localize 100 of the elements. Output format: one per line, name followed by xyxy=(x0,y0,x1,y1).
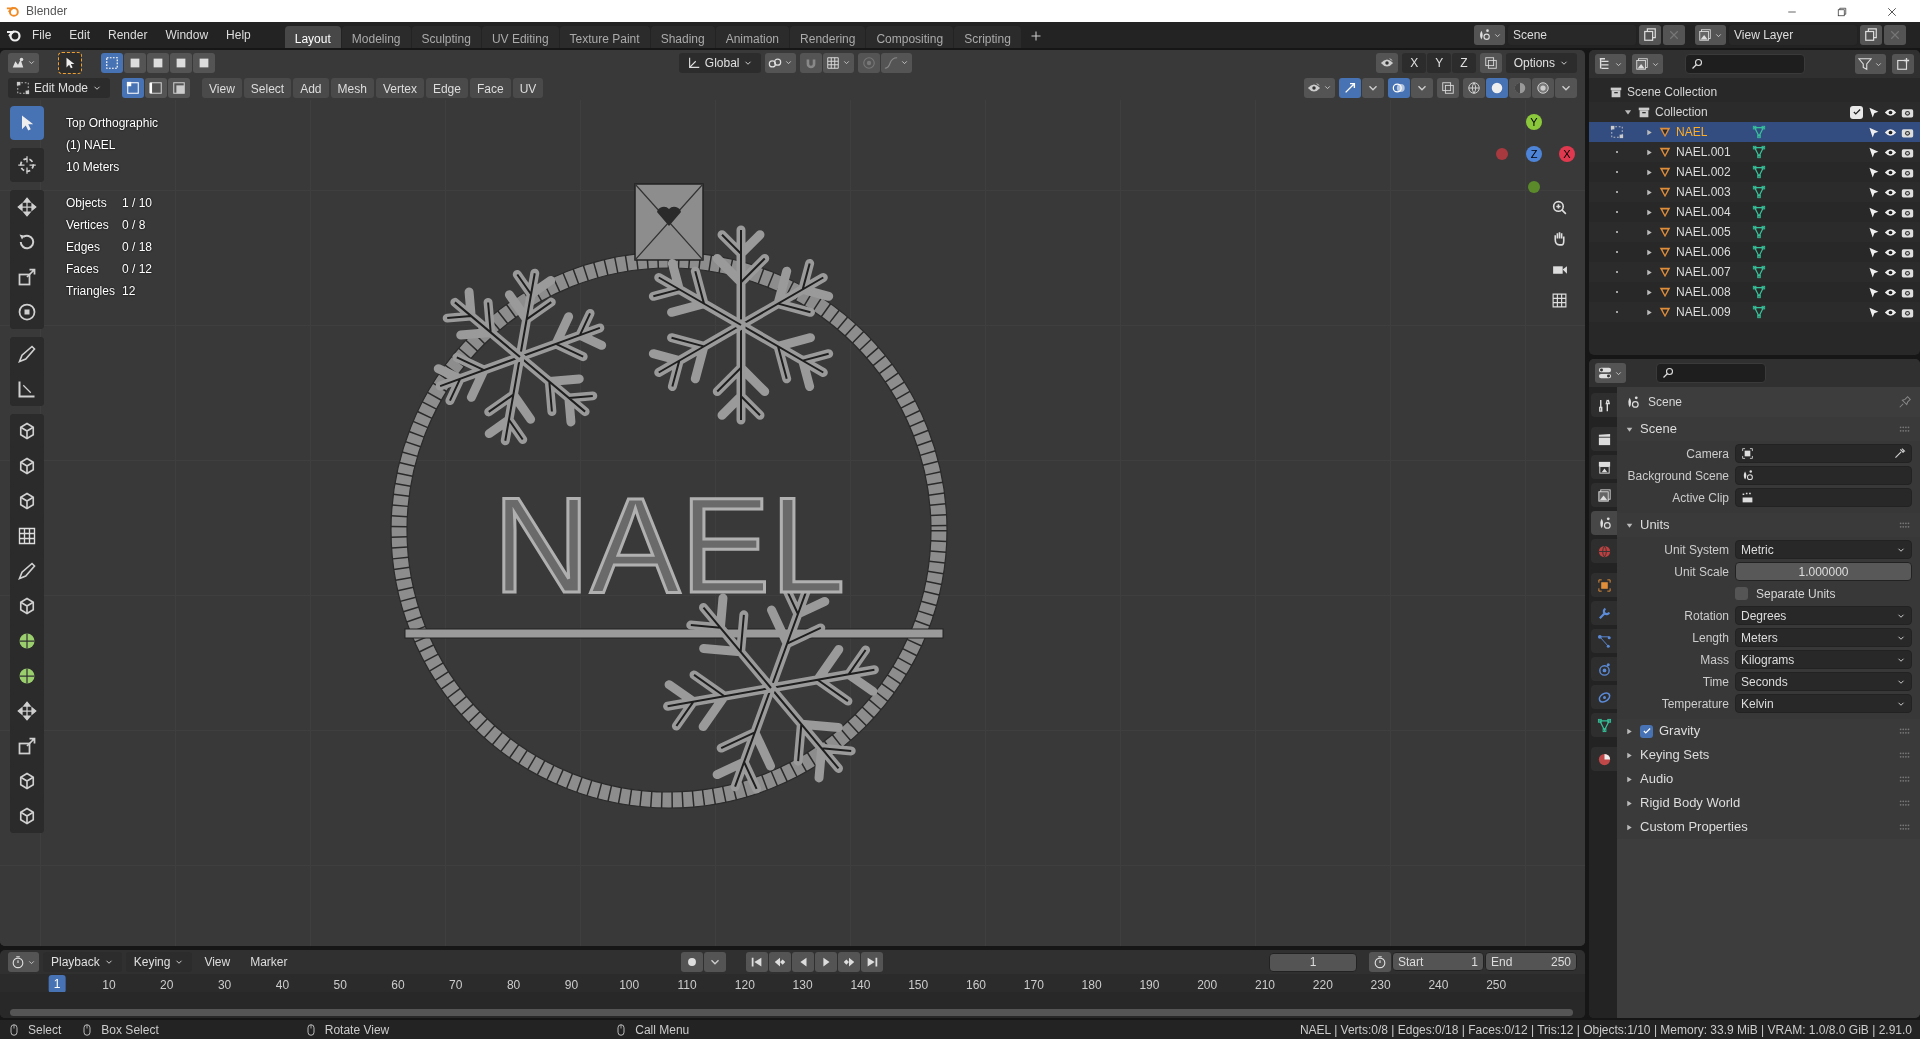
tree-item-label: NAEL.006 xyxy=(1676,244,1732,261)
menu-item[interactable]: Select xyxy=(243,77,292,98)
axis-handle[interactable]: X xyxy=(1559,146,1575,162)
orientation-dropdown[interactable]: Global xyxy=(678,52,762,73)
tree-item[interactable]: Scene Collection xyxy=(1627,83,1718,101)
axis-toggle[interactable]: Y xyxy=(1427,52,1452,73)
menu-item[interactable]: UV xyxy=(512,77,544,98)
menu-item[interactable]: Window xyxy=(157,24,217,46)
mode-dropdown[interactable]: Edit Mode xyxy=(8,77,111,98)
axis-handle[interactable]: Y xyxy=(1526,114,1542,130)
frame-number: 70 xyxy=(449,977,463,994)
menu-dropdown[interactable]: Playback xyxy=(43,952,122,972)
tree-row[interactable]: NAEL.004 xyxy=(1589,202,1920,222)
axis-handle[interactable]: Z xyxy=(1526,146,1542,162)
workspace-tab[interactable]: Scripting xyxy=(954,26,1021,48)
menu-item[interactable]: Face xyxy=(469,77,511,98)
status-stats: NAEL | Verts:0/8 | Edges:0/18 | Faces:0/12 | Tris:12 | Objects:1/10 | Memory: 33.9 MiB | VRAM: 1.0/8.0 GiB | 2.91.0 xyxy=(1299,1021,1912,1039)
tree-item-label: NAEL.007 xyxy=(1676,264,1732,281)
workspace-tab[interactable]: Rendering xyxy=(790,26,866,48)
tree-row[interactable]: NAEL.008 xyxy=(1589,282,1920,302)
workspace-tab[interactable]: Modeling xyxy=(341,26,411,48)
dropdown[interactable]: Kelvin xyxy=(1735,694,1912,713)
workspace-tab[interactable]: Layout xyxy=(284,26,341,48)
field-label: Unit System xyxy=(1663,541,1729,559)
field-label: End xyxy=(1491,953,1513,971)
tree-item-label: NAEL.003 xyxy=(1676,184,1732,201)
tree-item-label: NAEL.001 xyxy=(1676,144,1732,161)
frame-number: 140 xyxy=(850,977,871,994)
workspace-tab[interactable]: Animation xyxy=(715,26,790,48)
field-label: Time xyxy=(1701,673,1729,691)
workspace-tab[interactable]: Sculpting xyxy=(411,26,481,48)
status-hint: Select xyxy=(28,1021,62,1039)
workspace-tab[interactable]: Texture Paint xyxy=(559,26,650,48)
menu-item[interactable]: Render xyxy=(100,24,156,46)
stat-value: 12 xyxy=(122,283,137,300)
tree-row[interactable]: NAEL.002 xyxy=(1589,162,1920,182)
panel-title[interactable]: Gravity xyxy=(1659,721,1892,741)
range-field[interactable]: Start 1 xyxy=(1392,952,1484,971)
panel-title[interactable]: Keying Sets xyxy=(1640,745,1892,765)
dropdown[interactable]: Metric xyxy=(1735,540,1912,559)
frame-number: 150 xyxy=(908,977,929,994)
frame-number: 120 xyxy=(734,977,755,994)
panel-title[interactable]: Rigid Body World xyxy=(1640,793,1892,813)
menu-item[interactable]: Marker xyxy=(242,951,296,973)
active-object: (1) NAEL xyxy=(66,137,117,154)
tree-item-label: NAEL.002 xyxy=(1676,164,1732,181)
menu-item[interactable]: View xyxy=(202,77,242,98)
dropdown[interactable]: Meters xyxy=(1735,628,1912,647)
scene-field[interactable]: Scene xyxy=(1507,24,1637,46)
panel-title[interactable]: Custom Properties xyxy=(1640,817,1892,837)
playhead-frame[interactable]: 1 xyxy=(48,975,66,993)
frame-number: 10 xyxy=(102,977,116,994)
dropdown[interactable]: Kilograms xyxy=(1735,650,1912,669)
workspace-tab[interactable]: Shading xyxy=(650,26,715,48)
axis-toggle[interactable]: X xyxy=(1402,52,1427,73)
dropdown[interactable]: Seconds xyxy=(1735,672,1912,691)
stat-label: Triangles xyxy=(66,283,116,300)
stat-label: Vertices xyxy=(66,217,110,234)
field-label: Unit Scale xyxy=(1673,563,1729,581)
frame-number: 40 xyxy=(275,977,290,994)
tree-item-label: NAEL.009 xyxy=(1676,304,1732,321)
menu-item[interactable]: Edit xyxy=(61,24,99,46)
frame-number: 130 xyxy=(792,977,813,994)
frame-number: 100 xyxy=(619,977,640,994)
field-label: Start xyxy=(1398,953,1424,971)
range-field[interactable]: End 250 xyxy=(1485,952,1577,971)
tree-row[interactable]: NAEL.006 xyxy=(1589,242,1920,262)
panel-title[interactable]: Audio xyxy=(1640,769,1892,789)
menu-item[interactable]: Help xyxy=(218,24,259,46)
menu-item[interactable]: Vertex xyxy=(375,77,424,98)
number-field[interactable]: 1.000000 xyxy=(1735,562,1912,581)
menu-item[interactable]: File xyxy=(24,24,60,46)
status-hint: Box Select xyxy=(101,1021,159,1039)
stat-value: 1 / 10 xyxy=(122,195,154,212)
tree-row[interactable]: NAEL xyxy=(1589,122,1920,142)
stat-label: Faces xyxy=(66,261,100,278)
panel-title[interactable]: Units xyxy=(1640,515,1892,535)
frame-field[interactable]: 1 xyxy=(1269,952,1357,972)
view-layer-field[interactable]: View Layer xyxy=(1728,24,1858,46)
field-value: 1 xyxy=(1471,953,1478,971)
tree-item-label: NAEL.004 xyxy=(1676,204,1732,221)
workspace-tab[interactable]: UV Editing xyxy=(481,26,559,48)
menu-item[interactable]: Mesh xyxy=(330,77,374,98)
status-hint: Rotate View xyxy=(324,1021,390,1039)
tree-item[interactable]: Collection xyxy=(1655,103,1846,121)
menu-item[interactable]: Edge xyxy=(425,77,468,98)
panel-title[interactable]: Scene xyxy=(1640,419,1892,439)
menu-dropdown[interactable]: Keying xyxy=(125,952,193,972)
frame-number: 250 xyxy=(1486,977,1507,994)
stat-label: Objects xyxy=(66,195,108,212)
frame-number: 230 xyxy=(1370,977,1391,994)
grid-scale: 10 Meters xyxy=(66,159,121,176)
workspace-tab[interactable]: Compositing xyxy=(866,26,954,48)
options-dropdown[interactable]: Options xyxy=(1505,52,1577,73)
axis-toggle[interactable]: Z xyxy=(1452,52,1476,73)
dropdown[interactable]: Degrees xyxy=(1735,606,1912,625)
menu-item[interactable]: Add xyxy=(293,77,329,98)
stat-value: 0 / 8 xyxy=(122,217,147,234)
frame-number: 90 xyxy=(564,977,579,994)
menu-item[interactable]: View xyxy=(196,951,239,973)
